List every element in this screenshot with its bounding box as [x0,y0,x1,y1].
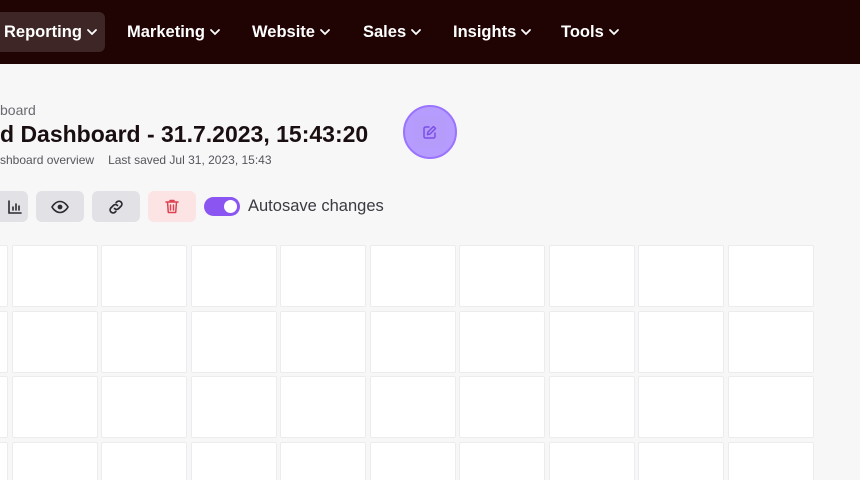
last-saved-text: Last saved Jul 31, 2023, 15:43 [108,153,272,167]
grid-cell[interactable] [280,310,366,373]
grid-cell[interactable] [459,376,545,438]
top-nav: Reporting Marketing Website Sales Insigh… [0,0,860,64]
nav-item-label: Website [252,22,315,41]
trash-icon [165,199,179,214]
toggle-knob [224,200,237,213]
grid-cell[interactable] [727,441,814,480]
grid-cell[interactable] [369,310,456,373]
grid-cell[interactable] [548,376,635,438]
nav-item-label: Marketing [127,22,205,41]
edit-title-button[interactable] [414,116,446,148]
nav-item-website[interactable]: Website [252,12,331,52]
nav-item-sales[interactable]: Sales [363,12,422,52]
chevron-down-icon [210,29,220,36]
grid-cell[interactable] [11,441,98,480]
breadcrumb[interactable]: board [0,102,36,118]
autosave-toggle[interactable] [204,197,240,216]
grid-cell[interactable] [101,441,187,480]
nav-item-label: Sales [363,22,407,41]
nav-item-label: Insights [453,22,517,41]
grid-cell[interactable] [190,245,277,307]
grid-cell[interactable] [638,310,724,373]
delete-button[interactable] [148,191,196,222]
grid-cell[interactable] [101,376,187,438]
autosave-label: Autosave changes [248,197,384,215]
chevron-down-icon [411,29,422,36]
chart-button[interactable] [0,191,28,222]
grid-cell[interactable] [0,245,8,307]
grid-cell[interactable] [459,245,545,307]
grid-cell[interactable] [280,376,366,438]
grid-cell[interactable] [369,441,456,480]
preview-button[interactable] [36,191,84,222]
nav-item-label: Tools [561,22,604,41]
chevron-down-icon [87,29,97,36]
edit-icon [423,125,437,139]
chevron-down-icon [521,29,532,36]
grid-cell[interactable] [101,310,187,373]
grid-cell[interactable] [0,376,8,438]
page-title: d Dashboard - 31.7.2023, 15:43:20 [0,121,369,147]
grid-cell[interactable] [190,310,277,373]
grid-cell[interactable] [190,441,277,480]
nav-item-label: Reporting [4,22,82,41]
page-subtitle: shboard overview Last saved Jul 31, 2023,… [0,153,272,167]
chevron-down-icon [608,29,619,36]
dashboard-grid [0,244,860,480]
grid-cell[interactable] [459,441,545,480]
grid-cell[interactable] [190,376,277,438]
grid-cell[interactable] [0,441,8,480]
grid-cell[interactable] [548,245,635,307]
nav-item-marketing[interactable]: Marketing [127,12,221,52]
grid-cell[interactable] [727,310,814,373]
nav-item-reporting[interactable]: Reporting [0,12,105,52]
grid-cell[interactable] [548,310,635,373]
nav-item-insights[interactable]: Insights [453,12,532,52]
edit-title-highlight [403,105,457,159]
bar-chart-icon [8,199,22,214]
grid-cell[interactable] [727,245,814,307]
dashboard-description: shboard overview [0,153,95,167]
eye-icon [51,200,69,213]
grid-cell[interactable] [11,245,98,307]
grid-cell[interactable] [280,245,366,307]
link-icon [109,199,123,214]
grid-cell[interactable] [727,376,814,438]
grid-cell[interactable] [369,376,456,438]
grid-cell[interactable] [280,441,366,480]
grid-cell[interactable] [459,310,545,373]
grid-cell[interactable] [369,245,456,307]
grid-cell[interactable] [638,376,724,438]
grid-cell[interactable] [638,245,724,307]
grid-cell[interactable] [101,245,187,307]
copy-link-button[interactable] [92,191,140,222]
grid-cell[interactable] [638,441,724,480]
grid-cell[interactable] [11,310,98,373]
grid-cell[interactable] [548,441,635,480]
grid-cell[interactable] [0,310,8,373]
chevron-down-icon [320,29,330,36]
grid-cell[interactable] [11,376,98,438]
nav-item-tools[interactable]: Tools [561,12,620,52]
